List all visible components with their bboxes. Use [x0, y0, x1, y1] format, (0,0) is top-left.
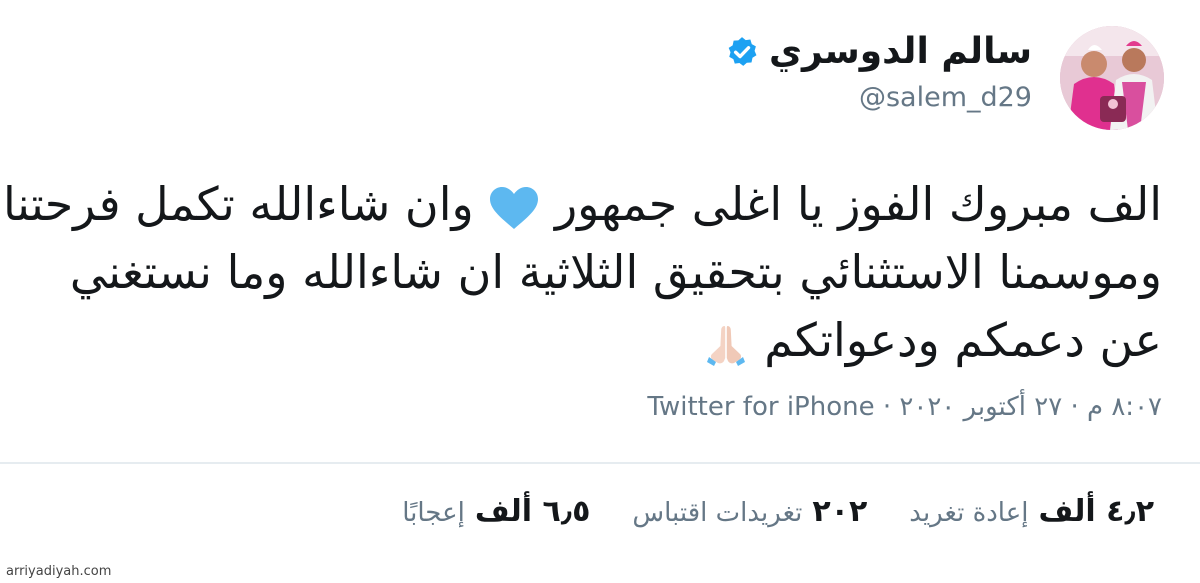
tweet-text-line-2: وموسمنا الاستثنائي بتحقيق الثلاثية ان شا… — [69, 245, 1162, 299]
tweet-text: الف مبروك الفوز يا اغلى جمهور وان شاءالل… — [0, 170, 1162, 374]
tweet-text-segment: الف مبروك الفوز يا اغلى جمهور — [540, 177, 1162, 231]
tweet-timestamp-source[interactable]: ٨:٠٧ م · ٢٧ أكتوبر ٢٠٢٠ · Twitter for iP… — [647, 392, 1162, 422]
tweet-card: سالم الدوسري @salem_d29 الف مبروك الفوز … — [0, 0, 1200, 583]
tweet-text-line-1: الف مبروك الفوز يا اغلى جمهور وان شاءالل… — [0, 170, 1162, 238]
verified-badge-icon — [728, 37, 757, 66]
avatar-image — [1060, 26, 1164, 130]
author-block: سالم الدوسري @salem_d29 — [725, 30, 1032, 113]
quotes-count: ٢٠٢ — [812, 494, 868, 529]
folded-hands-icon — [706, 325, 745, 366]
likes-count: ٦٫٥ ألف — [474, 494, 591, 529]
tweet-text-line-3: عن دعمكم ودعواتكم — [0, 306, 1162, 374]
tweet-text-segment: عن دعمكم ودعواتكم — [764, 313, 1162, 367]
tweet-text-segment: وان شاءالله تكمل فرحتنا — [2, 177, 474, 231]
retweets-stat[interactable]: ٤٫٢ ألف إعادة تغريد — [909, 494, 1154, 529]
quotes-label: تغريدات اقتباس — [632, 498, 803, 528]
likes-stat[interactable]: ٦٫٥ ألف إعجابًا — [402, 494, 590, 529]
retweets-label: إعادة تغريد — [909, 498, 1029, 528]
author-name[interactable]: سالم الدوسري — [769, 30, 1032, 74]
author-handle[interactable]: @salem_d29 — [725, 82, 1032, 113]
tweet-stats: ٤٫٢ ألف إعادة تغريد ٢٠٢ تغريدات اقتباس ٦… — [402, 494, 1154, 529]
watermark: arriyadiyah.com — [6, 564, 112, 579]
likes-label: إعجابًا — [402, 498, 465, 528]
avatar[interactable] — [1060, 26, 1164, 130]
retweets-count: ٤٫٢ ألف — [1038, 494, 1154, 529]
author-name-row[interactable]: سالم الدوسري — [725, 30, 1032, 74]
blue-heart-icon — [490, 186, 539, 229]
divider — [0, 462, 1200, 464]
quotes-stat[interactable]: ٢٠٢ تغريدات اقتباس — [632, 494, 867, 529]
